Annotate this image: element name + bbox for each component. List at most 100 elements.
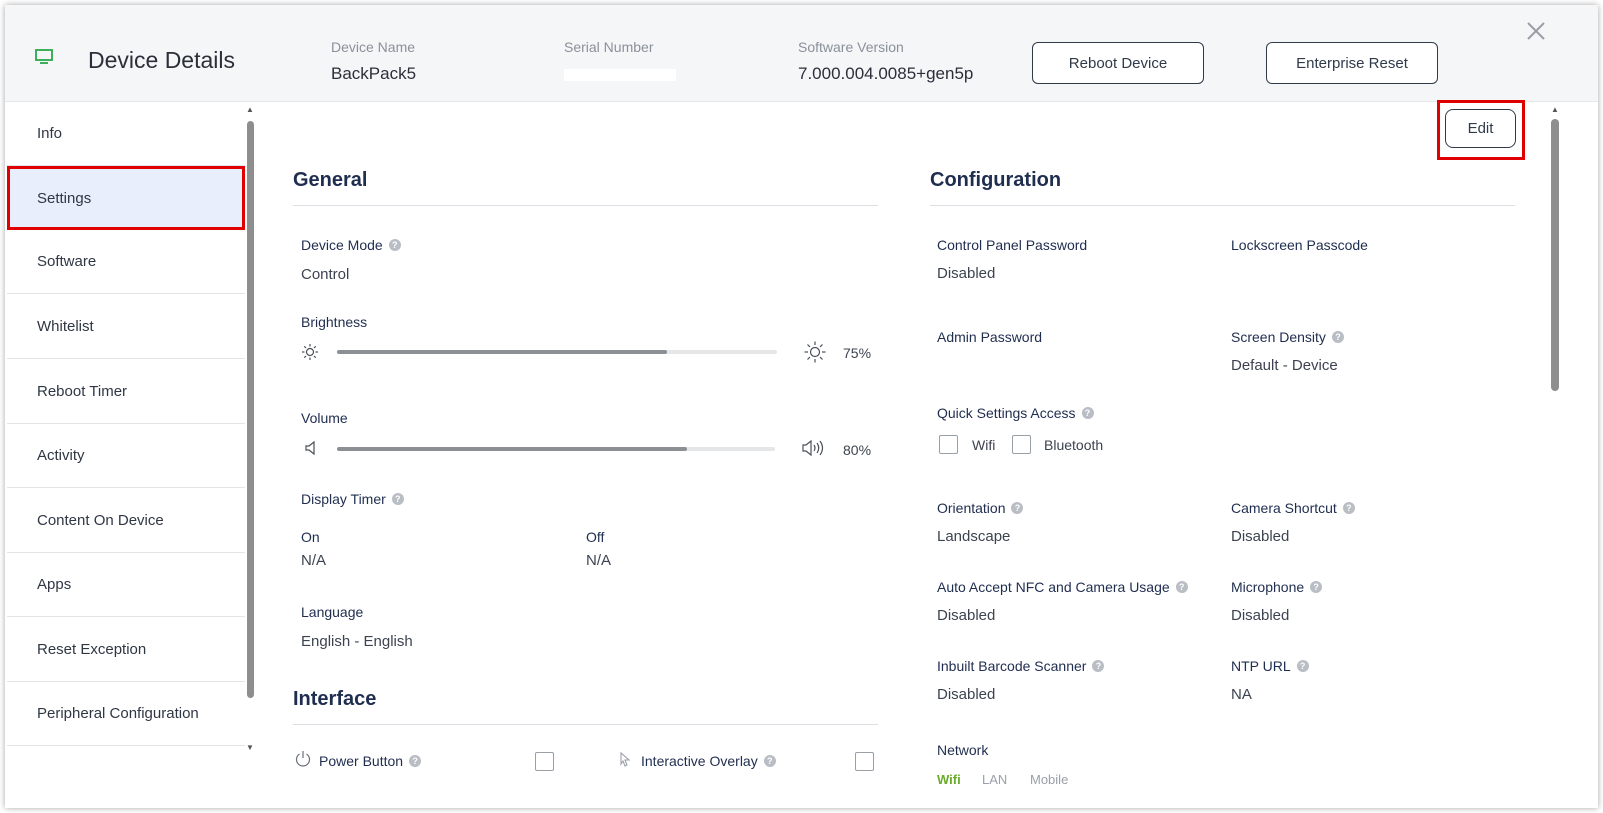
help-icon[interactable]: ?	[388, 239, 401, 251]
reboot-device-button[interactable]: Reboot Device	[1032, 42, 1204, 84]
power-button-checkbox[interactable]	[535, 752, 554, 771]
brightness-label: Brightness	[301, 314, 368, 330]
general-section-title: General	[293, 169, 368, 191]
serial-number-redacted	[564, 69, 676, 81]
help-icon[interactable]: ?	[1342, 502, 1355, 514]
sidebar-scroll-up-icon[interactable]: ▲	[246, 105, 254, 114]
display-timer-label-text: Display Timer	[301, 491, 386, 507]
control-panel-password-label: Control Panel Password	[937, 237, 1088, 253]
barcode-scanner-label-text: Inbuilt Barcode Scanner	[937, 658, 1087, 674]
barcode-scanner-label: Inbuilt Barcode Scanner ?	[937, 658, 1105, 674]
quick-settings-label: Quick Settings Access ?	[937, 405, 1094, 421]
barcode-scanner-value: Disabled	[937, 686, 996, 703]
sidebar-item-peripheral-configuration[interactable]: Peripheral Configuration	[7, 682, 245, 746]
general-divider	[293, 205, 878, 206]
sidebar-item-software[interactable]: Software	[7, 230, 245, 294]
serial-number-label: Serial Number	[564, 39, 654, 55]
edit-button[interactable]: Edit	[1445, 109, 1516, 148]
quick-settings-wifi-label: Wifi	[972, 437, 996, 453]
camera-shortcut-label-text: Camera Shortcut	[1231, 500, 1337, 516]
network-tab-mobile[interactable]: Mobile	[1030, 772, 1068, 787]
quick-settings-wifi-checkbox[interactable]	[939, 435, 958, 454]
help-icon[interactable]: ?	[1175, 581, 1188, 593]
help-icon[interactable]: ?	[1092, 660, 1105, 672]
screen-density-value: Default - Device	[1231, 357, 1338, 374]
quick-settings-bluetooth-label: Bluetooth	[1044, 437, 1104, 453]
volume-slider[interactable]	[337, 447, 775, 451]
auto-accept-label: Auto Accept NFC and Camera Usage ?	[937, 579, 1188, 595]
main-scroll-up-icon[interactable]: ▲	[1551, 105, 1559, 114]
sidebar-scrollbar[interactable]	[247, 121, 254, 698]
sidebar-item-info[interactable]: Info	[7, 102, 245, 166]
configuration-section-title: Configuration	[930, 169, 1062, 191]
interactive-overlay-label: Interactive Overlay ?	[641, 753, 776, 769]
interface-section-title: Interface	[293, 688, 377, 710]
help-icon[interactable]: ?	[1310, 581, 1323, 593]
quick-settings-label-text: Quick Settings Access	[937, 405, 1076, 421]
ntp-url-label: NTP URL ?	[1231, 658, 1309, 674]
camera-shortcut-value: Disabled	[1231, 528, 1290, 545]
help-icon[interactable]: ?	[1081, 407, 1094, 419]
sidebar-item-settings[interactable]: Settings	[7, 166, 245, 230]
camera-shortcut-label: Camera Shortcut ?	[1231, 500, 1355, 516]
microphone-value: Disabled	[1231, 607, 1290, 624]
page-title: Device Details	[88, 47, 235, 73]
sidebar-scroll-down-icon[interactable]: ▼	[246, 743, 254, 752]
device-name-field: Device Name BackPack5	[331, 39, 416, 84]
orientation-label: Orientation ?	[937, 500, 1024, 516]
language-value: English - English	[301, 633, 413, 650]
close-icon[interactable]	[1525, 20, 1547, 42]
help-icon[interactable]: ?	[763, 755, 776, 767]
lockscreen-passcode-label: Lockscreen Passcode	[1231, 237, 1368, 253]
admin-password-label: Admin Password	[937, 329, 1043, 345]
sidebar-item-whitelist[interactable]: Whitelist	[7, 295, 245, 359]
network-tab-wifi[interactable]: Wifi	[937, 772, 961, 787]
help-icon[interactable]: ?	[1296, 660, 1309, 672]
help-icon[interactable]: ?	[1331, 331, 1344, 343]
configuration-divider	[930, 205, 1515, 206]
quick-settings-bluetooth-checkbox[interactable]	[1012, 435, 1031, 454]
brightness-percent: 75%	[843, 345, 872, 361]
brightness-high-icon	[804, 341, 826, 363]
device-mode-label-text: Device Mode	[301, 237, 383, 253]
volume-low-icon	[305, 440, 315, 456]
interactive-overlay-icon	[620, 751, 631, 767]
monitor-icon	[35, 49, 53, 64]
brightness-low-icon	[302, 344, 318, 360]
brightness-slider[interactable]	[337, 350, 777, 354]
volume-percent: 80%	[843, 442, 872, 458]
help-icon[interactable]: ?	[1011, 502, 1024, 514]
control-panel-password-value: Disabled	[937, 265, 996, 282]
interface-divider	[293, 724, 878, 725]
device-mode-label: Device Mode ?	[301, 237, 401, 253]
software-version-label: Software Version	[798, 39, 904, 55]
auto-accept-value: Disabled	[937, 607, 996, 624]
volume-high-icon	[802, 439, 824, 457]
sidebar-item-apps[interactable]: Apps	[7, 553, 245, 617]
sidebar-item-content-on-device[interactable]: Content On Device	[7, 489, 245, 553]
microphone-label-text: Microphone	[1231, 579, 1305, 595]
help-icon[interactable]: ?	[391, 493, 404, 505]
sidebar-item-reset-exception[interactable]: Reset Exception	[7, 618, 245, 682]
power-icon	[295, 751, 311, 767]
power-button-label-text: Power Button	[319, 753, 404, 769]
device-mode-value: Control	[301, 266, 350, 283]
main-scrollbar[interactable]	[1551, 119, 1559, 391]
interactive-overlay-checkbox[interactable]	[855, 752, 874, 771]
language-label: Language	[301, 604, 364, 620]
timer-on-label: On	[301, 529, 320, 545]
sidebar-item-reboot-timer[interactable]: Reboot Timer	[7, 360, 245, 424]
microphone-label: Microphone ?	[1231, 579, 1323, 595]
interactive-overlay-label-text: Interactive Overlay	[641, 753, 758, 769]
device-name-value: BackPack5	[331, 64, 417, 83]
volume-label: Volume	[301, 410, 348, 426]
sidebar-item-activity[interactable]: Activity	[7, 424, 245, 488]
enterprise-reset-button[interactable]: Enterprise Reset	[1266, 42, 1438, 84]
network-tab-lan[interactable]: LAN	[982, 772, 1007, 787]
device-details-dialog: Device Details Device Name BackPack5 Ser…	[5, 5, 1598, 808]
network-label: Network	[937, 742, 989, 758]
software-version-value: 7.000.004.0085+gen5p	[798, 64, 974, 83]
device-name-label: Device Name	[331, 39, 416, 55]
timer-off-value: N/A	[586, 552, 612, 569]
help-icon[interactable]: ?	[409, 755, 422, 767]
